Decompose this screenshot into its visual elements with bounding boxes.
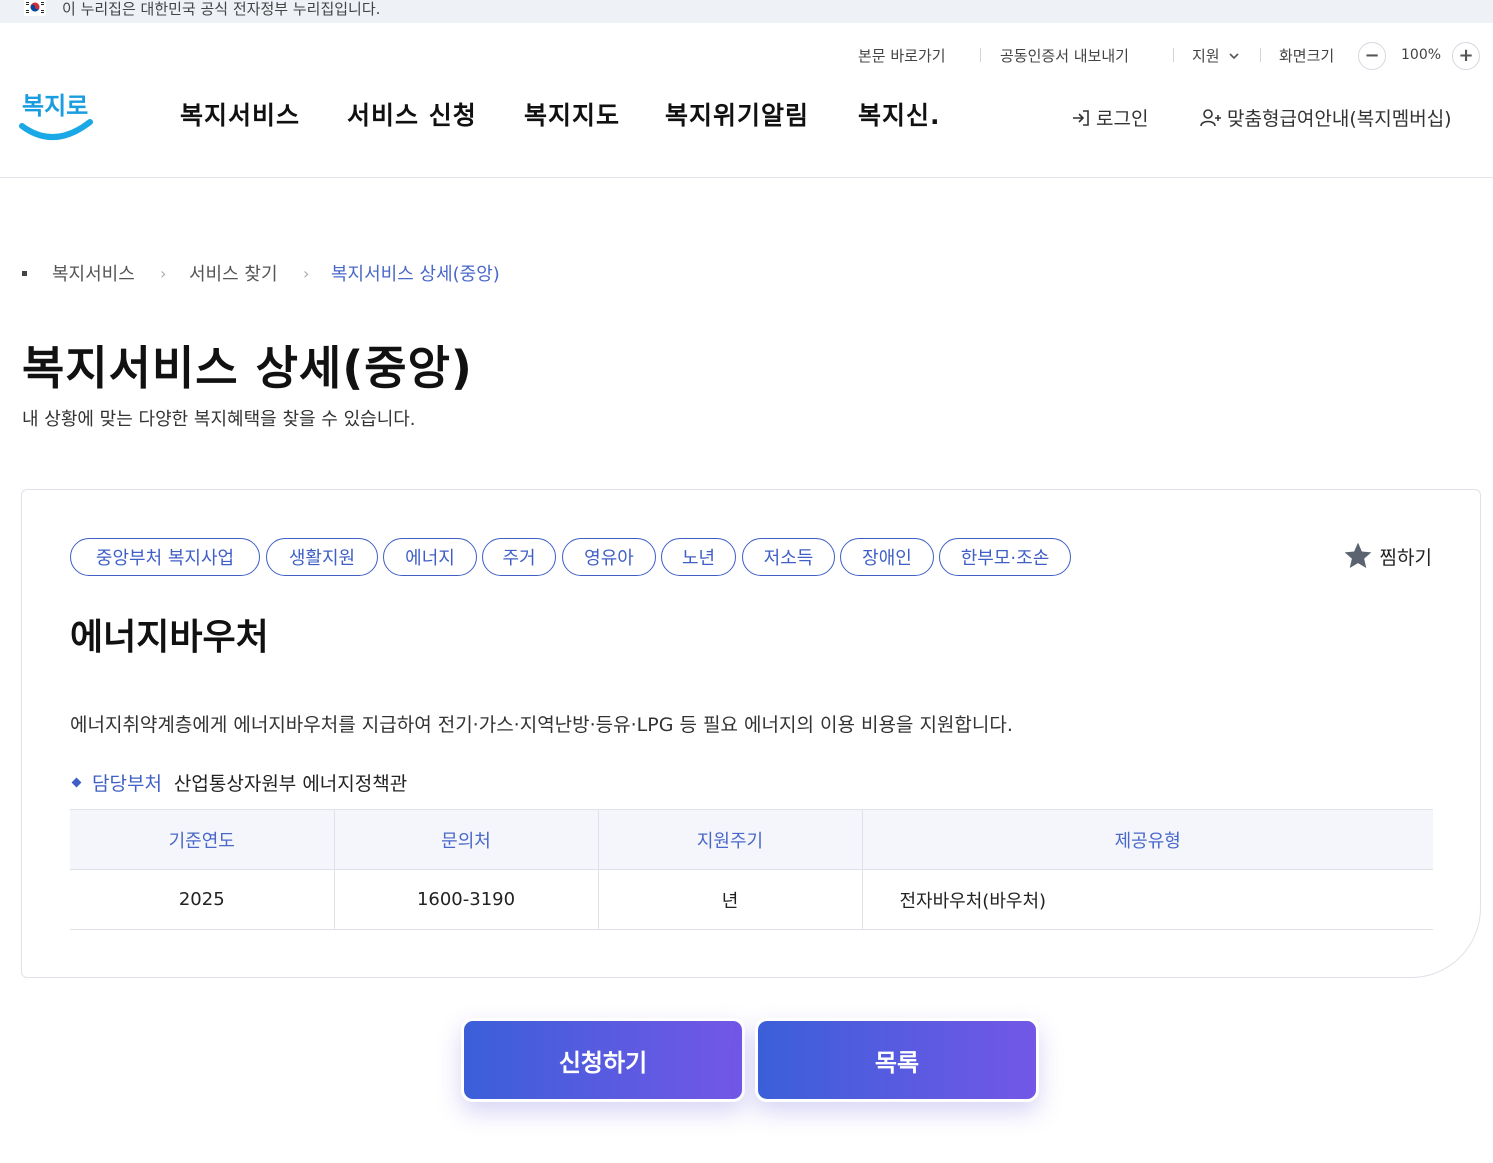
table-cell: 2025 (70, 869, 335, 930)
logo-text: 복지로 (22, 92, 88, 120)
apply-button[interactable]: 신청하기 (461, 1018, 745, 1102)
logo[interactable]: 복지로 (18, 80, 96, 146)
table-header: 기준연도 (70, 809, 335, 870)
gnb-item-welfare-report[interactable]: 복지신. (858, 96, 941, 132)
gov-banner-text: 이 누리집은 대한민국 공식 전자정부 누리집입니다. (62, 0, 381, 18)
page-title: 복지서비스 상세(중앙) (22, 341, 473, 395)
table-cell: 년 (598, 869, 863, 930)
service-info-table: 기준연도 문의처 지원주기 제공유형 2025 1600-3190 년 전자바우… (70, 809, 1433, 930)
list-button[interactable]: 목록 (755, 1018, 1039, 1102)
service-description: 에너지취약계층에게 에너지바우처를 지급하여 전기·가스·지역난방·등유·LPG… (70, 714, 1013, 736)
favorite-label: 찜하기 (1379, 546, 1432, 569)
gnb-item-crisis-alert[interactable]: 복지위기알림 (665, 96, 809, 132)
gnb-item-welfare-service[interactable]: 복지서비스 (180, 96, 300, 132)
plus-icon: + (1458, 45, 1474, 66)
login-link[interactable]: 로그인 (1070, 104, 1148, 131)
gnb-item-welfare-map[interactable]: 복지지도 (524, 96, 620, 132)
membership-label: 맞춤형급여안내(복지멤버십) (1227, 108, 1452, 130)
tag[interactable]: 한부모·조손 (939, 538, 1071, 576)
department-info: 담당부처 산업통상자원부 에너지정책관 (70, 769, 407, 796)
page-description: 내 상황에 맞는 다양한 복지혜택을 찾을 수 있습니다. (22, 409, 416, 430)
header-divider (0, 177, 1493, 178)
utility-bar: 본문 바로가기 공동인증서 내보내기 지원 화면크기 − 100% + (0, 42, 1493, 70)
support-dropdown[interactable]: 지원 (1192, 45, 1240, 66)
department-label: 담당부처 (92, 773, 162, 795)
service-card: 중앙부처 복지사업 생활지원 에너지 주거 영유아 노년 저소득 장애인 한부모… (21, 489, 1481, 978)
divider (1173, 48, 1174, 62)
logo-mark: 복지로 (19, 92, 93, 141)
zoom-in-button[interactable]: + (1452, 42, 1480, 70)
tag[interactable]: 에너지 (383, 538, 477, 576)
table-header: 지원주기 (598, 809, 863, 870)
support-label: 지원 (1192, 47, 1220, 65)
membership-link[interactable]: 맞춤형급여안내(복지멤버십) (1199, 104, 1452, 131)
gov-banner: 이 누리집은 대한민국 공식 전자정부 누리집입니다. (0, 0, 1493, 23)
table-cell: 1600-3190 (334, 869, 599, 930)
divider (1260, 48, 1261, 62)
skip-to-content-link[interactable]: 본문 바로가기 (858, 45, 946, 66)
chevron-right-icon: › (303, 264, 310, 283)
table-header: 문의처 (334, 809, 599, 870)
divider (980, 48, 981, 62)
login-icon (1073, 109, 1089, 126)
user-add-icon (1200, 108, 1221, 126)
zoom-level: 100% (1401, 47, 1442, 63)
cert-export-link[interactable]: 공동인증서 내보내기 (1000, 45, 1129, 66)
favorite-button[interactable]: 찜하기 (1342, 540, 1432, 572)
tag[interactable]: 노년 (661, 538, 736, 576)
service-title: 에너지바우처 (70, 617, 269, 658)
table-cell: 전자바우처(바우처) (862, 869, 1433, 930)
screen-size-label: 화면크기 (1279, 47, 1335, 65)
table-header: 제공유형 (862, 809, 1433, 870)
table-row: 2025 1600-3190 년 전자바우처(바우처) (70, 869, 1433, 930)
tag[interactable]: 영유아 (562, 538, 656, 576)
tag[interactable]: 장애인 (840, 538, 934, 576)
chevron-right-icon: › (160, 264, 167, 283)
breadcrumb-item-service-find[interactable]: 서비스 찾기 (189, 260, 278, 286)
tag[interactable]: 중앙부처 복지사업 (70, 538, 260, 576)
tag[interactable]: 저소득 (742, 538, 835, 576)
breadcrumb-item-welfare-service[interactable]: 복지서비스 (52, 260, 135, 286)
department-value: 산업통상자원부 에너지정책관 (173, 773, 408, 795)
diamond-bullet-icon (71, 777, 82, 788)
table-header-row: 기준연도 문의처 지원주기 제공유형 (70, 809, 1433, 870)
breadcrumb-item-current: 복지서비스 상세(중앙) (331, 264, 500, 285)
tag[interactable]: 생활지원 (266, 538, 378, 576)
gnb-item-service-apply[interactable]: 서비스 신청 (347, 96, 477, 132)
breadcrumb-bullet (22, 271, 27, 276)
minus-icon: − (1364, 45, 1380, 66)
chevron-down-icon (1229, 53, 1239, 60)
login-label: 로그인 (1096, 108, 1149, 130)
korea-flag-icon (24, 0, 46, 16)
tag[interactable]: 주거 (482, 538, 556, 576)
star-icon (1344, 542, 1371, 568)
zoom-out-button[interactable]: − (1358, 42, 1386, 70)
